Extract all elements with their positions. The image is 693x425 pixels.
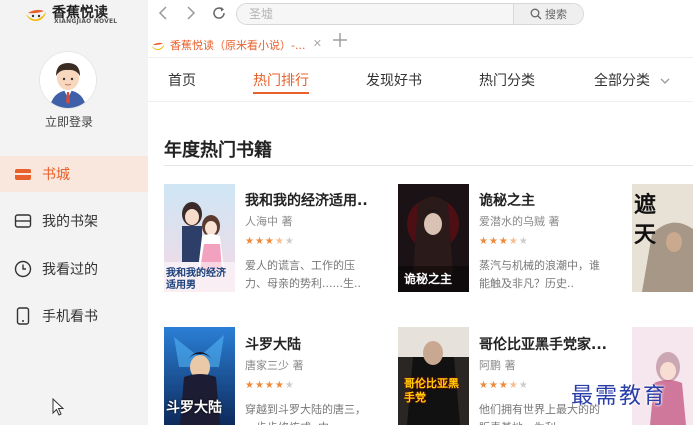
rating-stars: ★★★★★ — [479, 236, 529, 247]
book-cover[interactable]: 斗罗大陆 — [164, 327, 235, 425]
book-description: 蒸汽与机械的浪潮中，谁能触及非凡？历史.. — [479, 259, 600, 290]
rating-stars: ★★★★★ — [245, 380, 295, 391]
book-author: 阿鹏 著 — [479, 359, 516, 372]
tab-discover[interactable]: 发现好书 — [366, 70, 422, 90]
store-icon — [14, 165, 32, 183]
book-cover-image — [398, 327, 469, 425]
cover-title: 我和我的经济适用男 — [166, 268, 226, 291]
tab-hot-ranking[interactable]: 热门排行 — [253, 70, 309, 90]
mouse-cursor-icon — [52, 398, 64, 416]
rating-stars: ★★★★★ — [479, 380, 529, 391]
section-title: 年度热门书籍 — [164, 140, 272, 161]
star-icon: ★★★ — [479, 380, 509, 391]
avatar[interactable] — [40, 52, 96, 108]
forward-button[interactable] — [182, 4, 200, 22]
chevron-left-icon — [158, 6, 167, 20]
empty-star-icon: ★ — [518, 380, 529, 391]
search-icon — [530, 8, 542, 20]
tab-home[interactable]: 香蕉悦读（原米看小说）-... ✕ — [150, 34, 324, 56]
book-author: 爱潜水的乌贼 著 — [479, 215, 560, 228]
empty-star-icon: ★ — [284, 236, 295, 247]
chevron-down-icon — [660, 78, 670, 84]
book-cover[interactable] — [632, 327, 693, 425]
chevron-right-icon — [187, 6, 196, 20]
sidebar: 香蕉悦读 XIANGJIAO NOVEL 立即登录 书城 我的书架 我看过的 手… — [0, 0, 148, 425]
empty-star-icon: ★ — [518, 236, 529, 247]
star-icon: ★★★★ — [245, 380, 285, 391]
tab-home-page[interactable]: 首页 — [168, 70, 196, 90]
book-cover[interactable]: 哥伦比亚黑手党 — [398, 327, 469, 425]
close-icon[interactable]: ✕ — [313, 37, 322, 50]
book-title[interactable]: 哥伦比亚黑手党家... — [479, 334, 607, 354]
search-box: 搜索 — [236, 3, 584, 25]
book-title[interactable]: 我和我的经济适用.. — [245, 190, 368, 210]
refresh-button[interactable] — [210, 4, 228, 22]
book-author: 唐家三少 著 — [245, 359, 304, 372]
book-author: 人海中 著 — [245, 215, 293, 228]
empty-star-icon: ★ — [284, 380, 295, 391]
active-tab-indicator — [253, 92, 309, 94]
sidebar-item-mobile[interactable]: 手机看书 — [0, 298, 148, 334]
half-star-icon: ★ — [274, 236, 285, 247]
tab-all-categories-label: 全部分类 — [594, 73, 650, 89]
half-star-icon: ★ — [508, 236, 519, 247]
book-description: 穿越到斗罗大陆的唐三，一步步修炼成..中.. — [245, 403, 366, 425]
login-link[interactable]: 立即登录 — [0, 113, 138, 130]
refresh-icon — [213, 7, 225, 19]
sidebar-item-history[interactable]: 我看过的 — [0, 251, 148, 287]
search-button-label: 搜索 — [545, 8, 567, 21]
book-cover[interactable]: 遮天 — [632, 184, 693, 292]
tab-hot-categories[interactable]: 热门分类 — [479, 70, 535, 90]
plus-icon — [333, 33, 347, 47]
book-title[interactable]: 诡秘之主 — [479, 190, 535, 210]
user-avatar-icon — [40, 52, 96, 108]
tab-title: 香蕉悦读（原米看小说）-... — [170, 39, 306, 52]
history-clock-icon — [14, 260, 32, 278]
back-button[interactable] — [154, 4, 172, 22]
watermark-text: 最需教育 — [571, 384, 668, 409]
tab-bar: 香蕉悦读（原米看小说）-... ✕ — [148, 30, 693, 58]
sidebar-item-label: 手机看书 — [42, 309, 98, 325]
tab-all-categories[interactable]: 全部分类 — [594, 70, 670, 90]
content-nav: 首页 热门排行 发现好书 热门分类 全部分类 — [148, 58, 693, 102]
banana-favicon-icon — [151, 42, 165, 50]
sidebar-item-label: 我看过的 — [42, 262, 98, 278]
rating-stars: ★★★★★ — [245, 236, 295, 247]
cover-title: 斗罗大陆 — [166, 400, 222, 416]
app-logo[interactable]: 香蕉悦读 XIANGJIAO NOVEL — [24, 2, 124, 28]
book-cover[interactable]: 我和我的经济适用男 — [164, 184, 235, 292]
search-button[interactable]: 搜索 — [513, 4, 583, 24]
star-icon: ★★★ — [245, 236, 275, 247]
new-tab-button[interactable] — [332, 32, 348, 53]
sidebar-item-label: 书城 — [42, 167, 70, 183]
cover-title: 遮天 — [634, 192, 657, 248]
logo-subtitle: XIANGJIAO NOVEL — [54, 18, 118, 25]
cover-title: 哥伦比亚黑手党 — [404, 377, 459, 404]
sidebar-item-store[interactable]: 书城 — [0, 156, 148, 192]
banana-logo-icon — [26, 9, 46, 21]
book-cover-image — [632, 327, 693, 425]
book-title[interactable]: 斗罗大陆 — [245, 334, 301, 354]
half-star-icon: ★ — [508, 380, 519, 391]
sidebar-item-label: 我的书架 — [42, 214, 98, 230]
book-cover[interactable]: 诡秘之主 — [398, 184, 469, 292]
star-icon: ★★★ — [479, 236, 509, 247]
search-input[interactable] — [249, 6, 509, 22]
section-divider — [164, 165, 693, 166]
mobile-phone-icon — [14, 307, 32, 325]
sidebar-item-bookshelf[interactable]: 我的书架 — [0, 203, 148, 239]
bookshelf-icon — [14, 212, 32, 230]
cover-title: 诡秘之主 — [404, 272, 453, 286]
browser-toolbar: 搜索 — [148, 0, 693, 28]
book-description: 爱人的谎言、工作的压力、母亲的势利......生.. — [245, 259, 361, 290]
